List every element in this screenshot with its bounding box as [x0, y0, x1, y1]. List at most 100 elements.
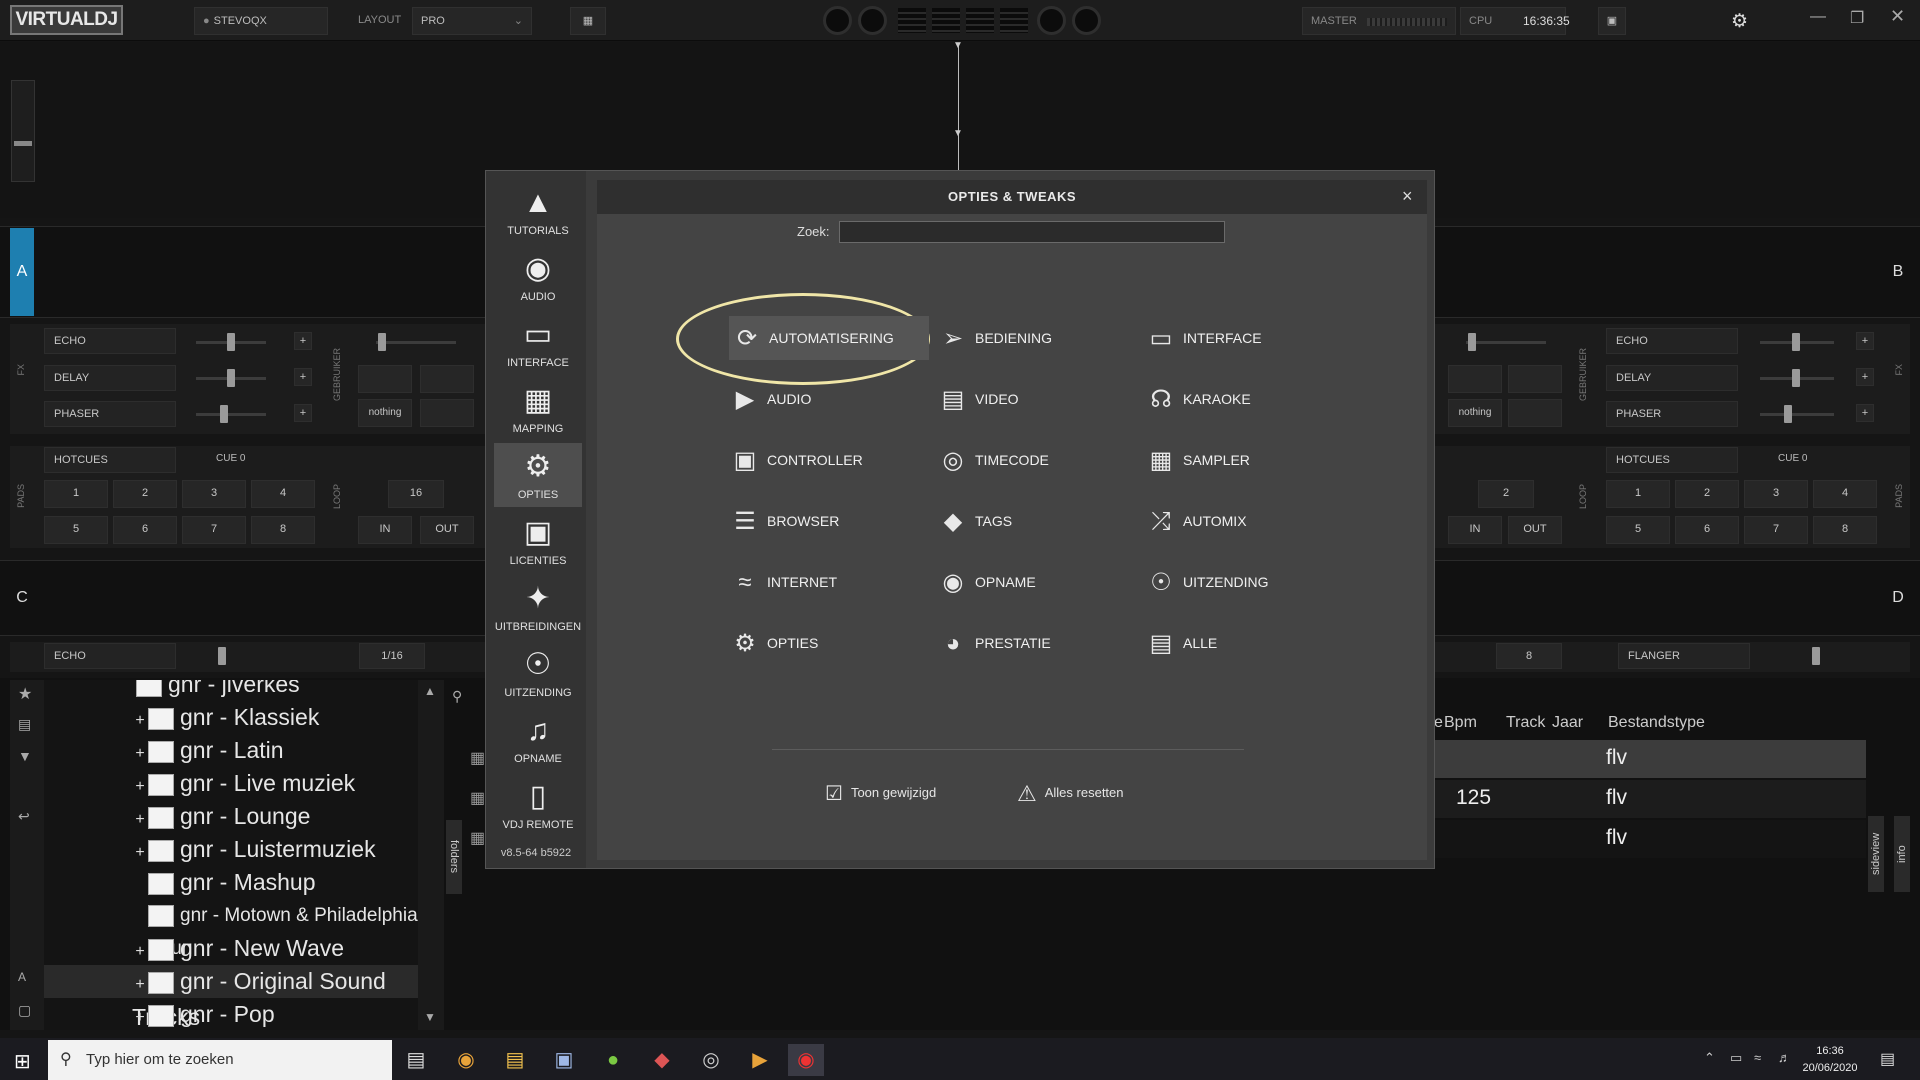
file-row[interactable]: 125 flv	[1434, 780, 1866, 818]
user-slider-knob[interactable]	[378, 333, 386, 351]
tray-chevron-icon[interactable]: ⌃	[1704, 1050, 1715, 1066]
pad-button[interactable]: 2	[1675, 480, 1739, 508]
virtualdj-task-icon[interactable]: ◉	[788, 1044, 824, 1076]
search-icon[interactable]: ⚲	[452, 688, 462, 705]
windows-start-icon[interactable]: ⊞	[14, 1049, 31, 1074]
user-slider[interactable]	[376, 341, 456, 344]
file-row[interactable]: flv	[1434, 820, 1866, 858]
loop-in-button[interactable]: IN	[358, 516, 412, 544]
folder-item[interactable]: gnr - Motown & Philadelphia Soun	[44, 899, 444, 959]
wifi-icon[interactable]: ≈	[1754, 1050, 1761, 1065]
column-jaar[interactable]: Jaar	[1552, 714, 1583, 732]
scroll-down-icon[interactable]: ▼	[424, 1010, 436, 1024]
lower-fx-knob[interactable]	[1812, 647, 1820, 665]
app-disc-icon[interactable]: ◎	[693, 1044, 729, 1076]
loop-out-button[interactable]: OUT	[420, 516, 474, 544]
fx-add-button[interactable]: +	[1856, 368, 1874, 386]
expand-plus[interactable]: +	[132, 704, 148, 737]
volume-icon[interactable]: ♬	[1778, 1050, 1791, 1065]
option-timecode[interactable]: ◎ TIMECODE	[937, 438, 1137, 482]
expand-icon[interactable]: ▢	[18, 1002, 31, 1019]
app-media-icon[interactable]: ▶	[742, 1044, 778, 1076]
fx-slider-knob[interactable]	[1784, 405, 1792, 423]
task-view-icon[interactable]: ▤	[398, 1044, 434, 1076]
option-uitzending[interactable]: ☉ UITZENDING	[1145, 560, 1345, 604]
layout-circle-icon[interactable]	[1037, 6, 1066, 35]
notifications-icon[interactable]: ▤	[1880, 1049, 1895, 1069]
folder-item[interactable]: + gnr - Latin	[44, 734, 444, 767]
lower-fx-select[interactable]: ECHO	[44, 643, 176, 669]
deck-d-label[interactable]: D	[1886, 562, 1910, 634]
battery-icon[interactable]: ▭	[1730, 1050, 1742, 1066]
info-tab[interactable]: info	[1894, 816, 1910, 892]
column-track[interactable]: Track	[1506, 714, 1545, 732]
pad-button[interactable]: 5	[44, 516, 108, 544]
pad-button[interactable]: 2	[113, 480, 177, 508]
nav-opname[interactable]: ♫ OPNAME	[494, 707, 582, 771]
option-alle[interactable]: ▤ ALLE	[1145, 621, 1345, 665]
pad-button[interactable]: 4	[251, 480, 315, 508]
filter-icon[interactable]: ▼	[18, 748, 32, 764]
layout-bars-icon[interactable]	[1000, 8, 1028, 33]
option-internet[interactable]: ≈ INTERNET	[729, 560, 929, 604]
folder-item[interactable]: + gnr - Klassiek	[44, 701, 444, 734]
show-changed-button[interactable]: ☑ Toon gewijzigd	[825, 777, 936, 809]
taskbar-search[interactable]: Typ hier om te zoeken	[48, 1040, 392, 1080]
pad-button[interactable]: 7	[182, 516, 246, 544]
record-icon[interactable]: ▣	[1598, 7, 1626, 35]
folder-item[interactable]: + gnr - Luistermuziek	[44, 833, 444, 866]
option-interface[interactable]: ▭ INTERFACE	[1145, 316, 1345, 360]
option-opties[interactable]: ⚙ OPTIES	[729, 621, 929, 665]
folder-item[interactable]: + gnr - New Wave	[44, 932, 444, 965]
layout-select[interactable]: PRO ⌄	[412, 7, 532, 35]
pad-button[interactable]: 6	[1675, 516, 1739, 544]
pad-button[interactable]: 7	[1744, 516, 1808, 544]
nav-mapping[interactable]: ▦ MAPPING	[494, 377, 582, 441]
user-slider-knob[interactable]	[1468, 333, 1476, 351]
fx-select-2[interactable]: DELAY	[44, 365, 176, 391]
maximize-icon[interactable]: ❐	[1850, 8, 1864, 28]
lower-fx-select[interactable]: FLANGER	[1618, 643, 1750, 669]
app-green-icon[interactable]: ●	[595, 1044, 631, 1076]
hotcues-select[interactable]: HOTCUES	[44, 447, 176, 473]
folder-item[interactable]: + gnr - Pop	[44, 998, 444, 1030]
pad-button[interactable]: 5	[1606, 516, 1670, 544]
close-app-icon[interactable]: ✕	[1890, 6, 1905, 27]
loop-length[interactable]: 16	[388, 480, 444, 508]
folder-add-icon[interactable]: ▤	[18, 716, 31, 733]
cube-icon[interactable]: ▦	[570, 7, 606, 35]
user-slot[interactable]	[1448, 365, 1502, 393]
option-audio[interactable]: ▶ AUDIO	[729, 377, 929, 421]
user-slot[interactable]	[1508, 399, 1562, 427]
scroll-up-icon[interactable]: ▲	[424, 684, 436, 698]
fx-slider-knob[interactable]	[227, 333, 235, 351]
layout-bars-icon[interactable]	[966, 8, 994, 33]
fx-select-3[interactable]: PHASER	[44, 401, 176, 427]
column-bpm[interactable]: Bpm	[1444, 714, 1477, 732]
taskbar-clock[interactable]: 16:36 20/06/2020	[1800, 1043, 1860, 1077]
pitch-slider-left[interactable]	[11, 80, 35, 182]
app-fish-icon[interactable]: ◆	[644, 1044, 680, 1076]
fx-slider-knob[interactable]	[1792, 333, 1800, 351]
close-icon[interactable]: ×	[1402, 186, 1413, 207]
fx-add-button[interactable]: +	[1856, 404, 1874, 422]
nav-opties[interactable]: ⚙ OPTIES	[494, 443, 582, 507]
deck-b-label[interactable]: B	[1886, 228, 1910, 316]
option-tags[interactable]: ◆ TAGS	[937, 499, 1137, 543]
user-slot-nothing[interactable]: nothing	[358, 399, 412, 427]
user-slot[interactable]	[420, 365, 474, 393]
nav-audio[interactable]: ◉ AUDIO	[494, 245, 582, 309]
pad-button[interactable]: 6	[113, 516, 177, 544]
user-slot[interactable]	[420, 399, 474, 427]
expand-plus[interactable]: +	[132, 968, 148, 1001]
loop-out-button[interactable]: OUT	[1508, 516, 1562, 544]
expand-plus[interactable]: +	[132, 770, 148, 803]
user-account-field[interactable]: ● STEVOQX	[194, 7, 328, 35]
nav-licenties[interactable]: ▣ LICENTIES	[494, 509, 582, 573]
expand-plus[interactable]: +	[132, 737, 148, 770]
option-bediening[interactable]: ➢ BEDIENING	[937, 316, 1137, 360]
fx-slider-knob[interactable]	[220, 405, 228, 423]
hotcues-select[interactable]: HOTCUES	[1606, 447, 1738, 473]
fx-add-button[interactable]: +	[294, 368, 312, 386]
fx-slider-knob[interactable]	[1792, 369, 1800, 387]
